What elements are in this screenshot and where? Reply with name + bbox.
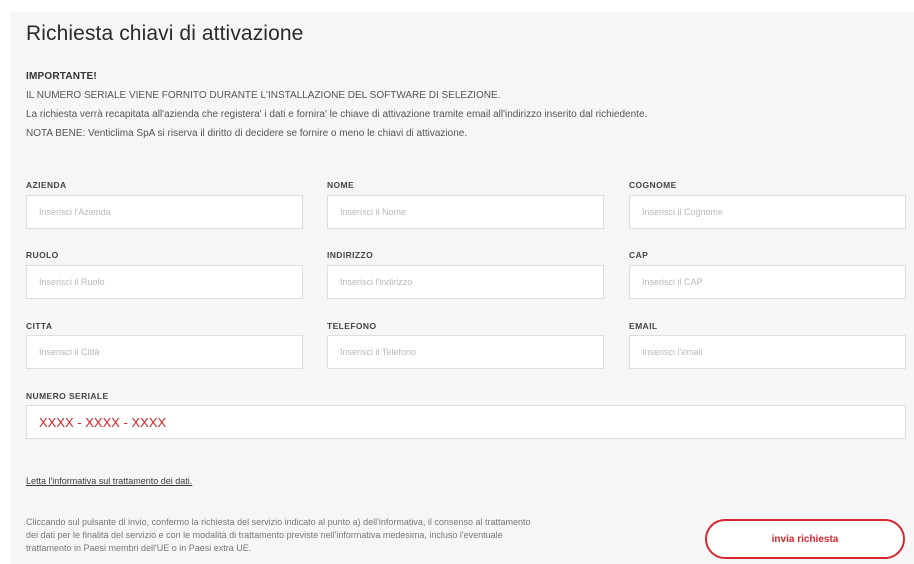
email-field[interactable]: [629, 335, 906, 369]
cognome-label: COGNOME: [629, 180, 677, 190]
privacy-policy-link[interactable]: Letta l'informativa sul trattamento dei …: [26, 476, 192, 486]
notice-delivery-info: La richiesta verrà recapitata all'aziend…: [26, 109, 648, 120]
telefono-field[interactable]: [327, 335, 604, 369]
nome-label: NOME: [327, 180, 355, 190]
cap-label: CAP: [629, 250, 649, 260]
nome-field[interactable]: [327, 195, 604, 229]
ruolo-label: RUOLO: [26, 250, 59, 260]
cap-field[interactable]: [629, 265, 906, 299]
submit-request-button[interactable]: invia richiesta: [705, 519, 905, 559]
email-label: EMAIL: [629, 321, 658, 331]
serial-label: NUMERO SERIALE: [26, 391, 109, 401]
serial-number-field[interactable]: [26, 405, 906, 439]
important-notice: IMPORTANTE! IL NUMERO SERIALE VIENE FORN…: [26, 67, 886, 143]
consent-line: trattamento in Paesi membri dell'UE o in…: [26, 543, 252, 553]
consent-line: Cliccando sul pulsante di invio, conferm…: [26, 517, 531, 527]
citta-label: CITTA: [26, 321, 53, 331]
consent-text: Cliccando sul pulsante di invio, conferm…: [26, 516, 686, 555]
ruolo-field[interactable]: [26, 265, 303, 299]
page: Richiesta chiavi di attivazione IMPORTAN…: [0, 0, 914, 564]
cognome-field[interactable]: [629, 195, 906, 229]
notice-heading: IMPORTANTE!: [26, 71, 97, 82]
indirizzo-label: INDIRIZZO: [327, 250, 374, 260]
indirizzo-field[interactable]: [327, 265, 604, 299]
citta-field[interactable]: [26, 335, 303, 369]
notice-disclaimer: NOTA BENE: Venticlima SpA si riserva il …: [26, 128, 468, 139]
consent-line: dei dati per le finalità del servizio e …: [26, 530, 503, 540]
notice-serial-info: IL NUMERO SERIALE VIENE FORNITO DURANTE …: [26, 90, 501, 101]
azienda-field[interactable]: [26, 195, 303, 229]
telefono-label: TELEFONO: [327, 321, 377, 331]
azienda-label: AZIENDA: [26, 180, 67, 190]
page-title: Richiesta chiavi di attivazione: [26, 22, 304, 45]
